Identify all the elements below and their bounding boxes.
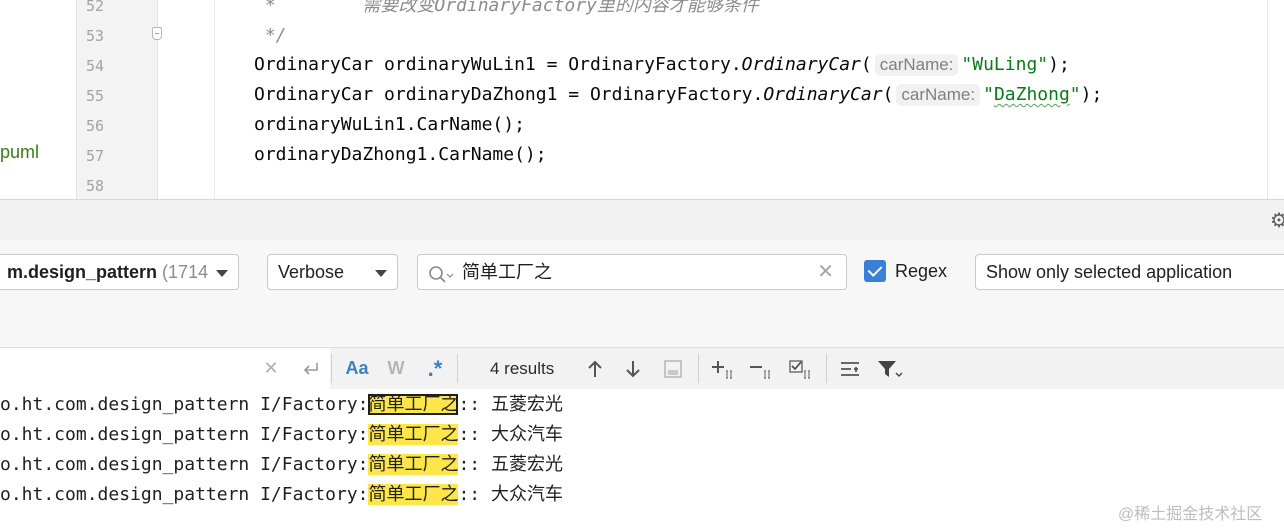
filter-icon[interactable]: [874, 348, 906, 389]
separator: [826, 354, 827, 383]
search-match: 简单工厂之: [368, 484, 459, 505]
code-text: (: [860, 54, 872, 75]
log-prefix: o.ht.com.design_pattern I/Factory:: [0, 454, 369, 475]
process-name: m.design_pattern: [7, 262, 158, 282]
log-level-value: Verbose: [278, 262, 345, 282]
log-row[interactable]: o.ht.com.design_pattern I/Factory:简单工厂之:…: [0, 480, 563, 510]
wrap-icon[interactable]: [296, 348, 326, 389]
indent-guide: [214, 0, 215, 199]
logcat-panel-header[interactable]: [0, 199, 1284, 240]
regex-label[interactable]: Regex: [895, 261, 947, 282]
log-message: :: 大众汽车: [458, 484, 563, 505]
results-count: 4 results: [490, 359, 555, 378]
options-icon[interactable]: [836, 348, 866, 389]
search-match-current: 简单工厂之: [368, 394, 459, 415]
string-literal-close: ": [1069, 84, 1081, 105]
arrow-down-icon[interactable]: [620, 348, 646, 389]
code-text: (: [882, 84, 894, 105]
code-editor[interactable]: puml 52 53 54 55 56 57 58 * 需要改变Ordinary…: [0, 0, 1284, 199]
search-query: 简单工厂之: [462, 262, 552, 282]
code-line-55: OrdinaryCar ordinaryDaZhong1 = OrdinaryF…: [254, 84, 1102, 106]
log-level-select[interactable]: Verbose: [267, 254, 398, 290]
line-number-gutter: 52 53 54 55 56 57 58: [77, 0, 158, 199]
log-search-input[interactable]: 简单工厂之 ✕: [417, 254, 847, 290]
search-match: 简单工厂之: [368, 424, 459, 445]
code-text: );: [1080, 84, 1103, 105]
select-all-occurrences-icon[interactable]: [786, 348, 818, 389]
string-literal-typo: DaZhong: [993, 84, 1070, 105]
log-prefix: o.ht.com.design_pattern I/Factory:: [0, 394, 369, 415]
chevron-down-icon: [375, 270, 387, 277]
line-number: 57: [85, 147, 104, 165]
process-id: (1714: [162, 262, 209, 282]
method-call: OrdinaryCar: [741, 54, 861, 75]
logcat-toolbar-area: [0, 307, 1284, 348]
separator: [331, 354, 332, 383]
remove-occurrence-icon[interactable]: [746, 348, 778, 389]
search-icon: [428, 262, 454, 289]
line-number: 56: [85, 117, 104, 135]
project-tool-window: puml: [0, 0, 77, 199]
log-row[interactable]: o.ht.com.design_pattern I/Factory:简单工厂之:…: [0, 420, 563, 450]
find-toolbar: ✕ Aa W .* 4 results: [0, 348, 1284, 390]
process-select[interactable]: m.design_pattern (1714: [0, 254, 239, 290]
add-occurrence-icon[interactable]: [708, 348, 740, 389]
log-row[interactable]: o.ht.com.design_pattern I/Factory:简单工厂之:…: [0, 450, 563, 480]
log-message: :: 五菱宏光: [458, 454, 563, 475]
app-filter-value: Show only selected application: [986, 262, 1233, 282]
log-row[interactable]: o.ht.com.design_pattern I/Factory:简单工厂之:…: [0, 390, 563, 420]
log-message: :: 五菱宏光: [458, 394, 563, 415]
arrow-up-icon[interactable]: [582, 348, 608, 389]
match-case-toggle[interactable]: Aa: [340, 348, 374, 389]
code-line-54: OrdinaryCar ordinaryWuLin1 = OrdinaryFac…: [254, 54, 1070, 76]
code-text: );: [1048, 54, 1070, 75]
chevron-down-icon: [216, 270, 228, 277]
code-line-56: ordinaryWuLin1.CarName();: [254, 114, 525, 135]
method-call: OrdinaryCar: [763, 84, 883, 105]
code-text: OrdinaryCar ordinaryWuLin1 = OrdinaryFac…: [254, 54, 742, 75]
whole-words-toggle[interactable]: W: [382, 348, 410, 389]
select-all-icon[interactable]: [660, 348, 686, 389]
project-file-label[interactable]: puml: [0, 142, 39, 163]
log-prefix: o.ht.com.design_pattern I/Factory:: [0, 484, 369, 505]
parameter-hint: carName:: [896, 84, 981, 106]
line-number: 54: [85, 57, 104, 75]
app-filter-select[interactable]: Show only selected application: [975, 254, 1284, 290]
line-number: 53: [85, 27, 104, 45]
parameter-hint: carName:: [874, 54, 959, 76]
string-literal-open: ": [983, 84, 994, 105]
line-number: 58: [85, 177, 104, 195]
line-number: 52: [85, 0, 104, 15]
right-margin-guide: [1267, 0, 1268, 199]
gear-icon[interactable]: ⚙: [1270, 208, 1284, 233]
log-message: :: 大众汽车: [458, 424, 563, 445]
clear-icon[interactable]: ✕: [817, 255, 834, 289]
line-number: 55: [85, 87, 104, 105]
fold-toggle-icon[interactable]: [152, 27, 162, 40]
code-line-comment-end: */: [254, 25, 287, 46]
code-line-57: ordinaryDaZhong1.CarName();: [254, 144, 547, 165]
clear-find-icon[interactable]: ✕: [258, 348, 284, 389]
watermark-text: @稀土掘金技术社区: [1118, 506, 1263, 523]
code-line-comment: * 需要改变OrdinaryFactory里的内容才能够条件: [254, 0, 759, 16]
log-prefix: o.ht.com.design_pattern I/Factory:: [0, 424, 369, 445]
separator: [457, 354, 458, 383]
search-match: 简单工厂之: [368, 454, 459, 475]
string-literal: "WuLing": [961, 54, 1049, 75]
code-text: OrdinaryCar ordinaryDaZhong1 = OrdinaryF…: [254, 84, 764, 105]
regex-checkbox[interactable]: [864, 260, 886, 282]
log-output[interactable]: o.ht.com.design_pattern I/Factory:简单工厂之:…: [0, 389, 1284, 528]
logcat-filter-bar: m.design_pattern (1714 Verbose 简单工厂之 ✕ S…: [0, 240, 1284, 307]
separator: [698, 354, 699, 383]
regex-toggle[interactable]: .*: [420, 348, 450, 389]
